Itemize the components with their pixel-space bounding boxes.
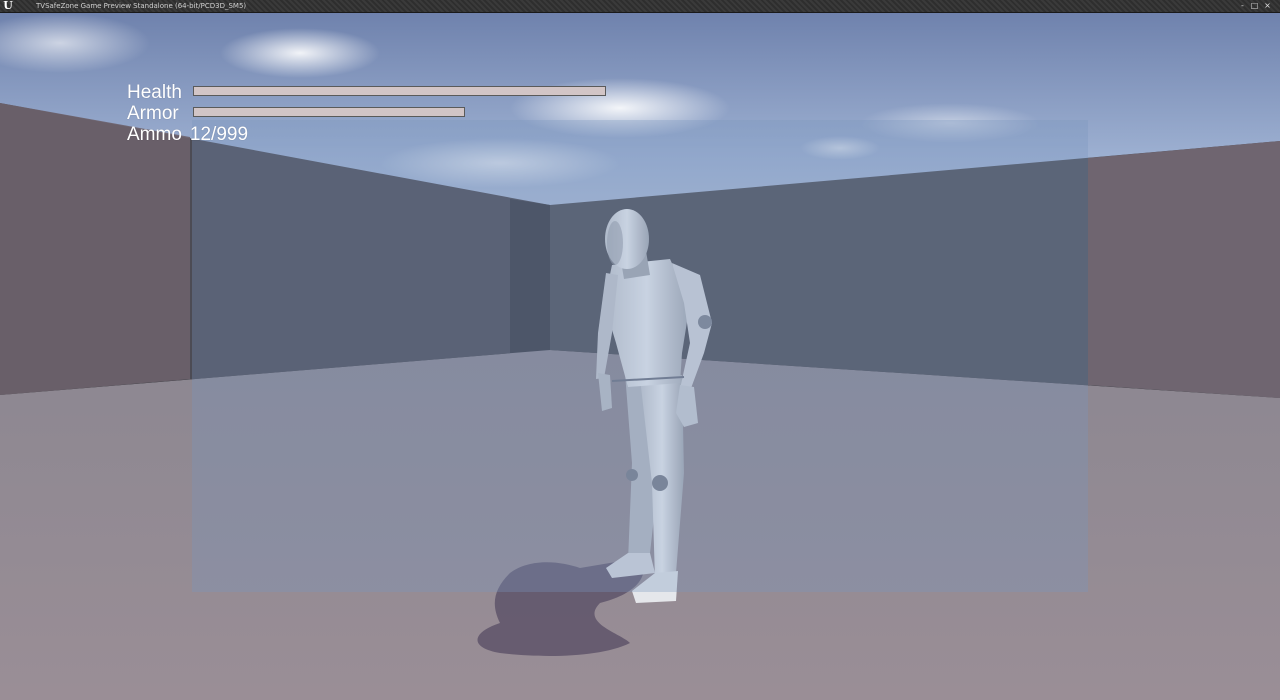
unreal-engine-logo-icon: U <box>3 0 13 12</box>
title-bar[interactable]: U TVSafeZone Game Preview Standalone (64… <box>0 0 1280 13</box>
minimize-icon[interactable]: - <box>1238 1 1247 10</box>
health-label: Health <box>127 82 182 103</box>
armor-label: Armor <box>127 103 179 124</box>
armor-bar-fill <box>194 108 464 116</box>
hud: Health Armor Ammo 12/999 <box>127 82 606 145</box>
armor-bar <box>193 107 465 117</box>
ammo-row: Ammo 12/999 <box>127 124 248 145</box>
cloud <box>220 28 380 78</box>
health-bar-fill <box>194 87 605 95</box>
maximize-icon[interactable]: □ <box>1250 1 1259 10</box>
tv-safe-zone-overlay <box>192 120 1088 592</box>
ammo-count: 12/999 <box>189 124 249 145</box>
window-title: TVSafeZone Game Preview Standalone (64-b… <box>36 2 247 10</box>
right-wall-end <box>1088 141 1280 398</box>
left-wall-end <box>0 103 190 395</box>
armor-row: Armor <box>127 103 465 124</box>
ammo-label: Ammo <box>127 124 182 145</box>
game-window: U TVSafeZone Game Preview Standalone (64… <box>0 0 1280 700</box>
health-row: Health <box>127 82 606 103</box>
close-icon[interactable]: × <box>1263 1 1272 10</box>
health-bar <box>193 86 606 96</box>
